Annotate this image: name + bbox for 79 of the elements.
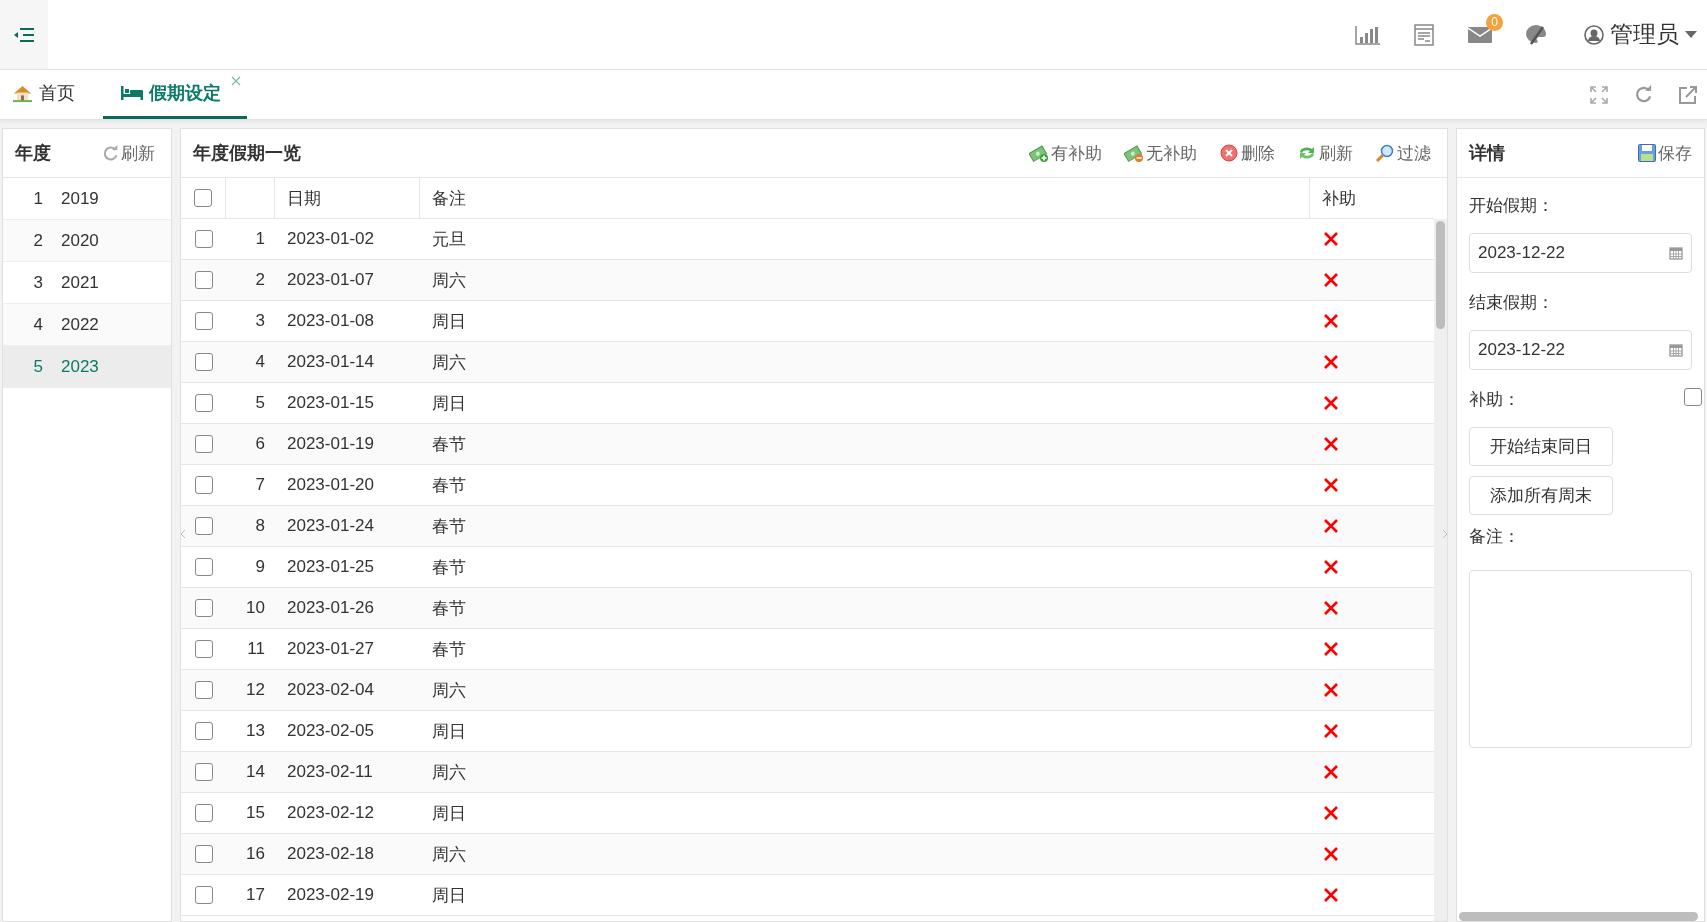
- table-cell: 2023-01-02: [287, 229, 374, 249]
- table-cell-text: 周日: [432, 884, 466, 907]
- row-number: 6: [255, 434, 265, 454]
- column-header: 补助: [1322, 187, 1356, 210]
- notification-badge: 0: [1486, 13, 1503, 31]
- toolbar-button[interactable]: 过滤: [1371, 141, 1435, 165]
- tab[interactable]: 假期设定: [103, 70, 247, 119]
- date-field[interactable]: 2023-12-22: [1469, 330, 1692, 370]
- table-cell: 2023-01-19: [287, 434, 374, 454]
- table-cell: 2023-01-07: [287, 270, 374, 290]
- row-number: 14: [246, 762, 265, 782]
- row-number: 8: [255, 516, 265, 536]
- table-cell-text: 春节: [432, 433, 466, 456]
- field-label: 补助：: [1469, 389, 1520, 411]
- row-number: 7: [255, 475, 265, 495]
- table-cell: 2023-01-14: [287, 352, 374, 372]
- user-name[interactable]: 管理员: [1610, 19, 1679, 50]
- row-number: 3: [255, 311, 265, 331]
- panel-title: 年度: [15, 142, 51, 165]
- row-number: 10: [246, 598, 265, 618]
- toolbar-button[interactable]: 无补助: [1120, 141, 1201, 165]
- year-item[interactable]: 2 2020: [3, 220, 171, 262]
- row-number: 5: [255, 393, 265, 413]
- table-cell: 2023-02-12: [287, 803, 374, 823]
- table-cell-text: 春节: [432, 515, 466, 538]
- row-number: 1: [255, 229, 265, 249]
- toolbar-button[interactable]: 删除: [1215, 141, 1279, 165]
- table-cell: 2023-01-25: [287, 557, 374, 577]
- year-item[interactable]: 4 2022: [3, 304, 171, 346]
- date-field[interactable]: 2023-12-22: [1469, 233, 1692, 273]
- tab[interactable]: 首页: [0, 70, 95, 119]
- table-cell: 2023-02-19: [287, 885, 374, 905]
- table-cell-text: 周六: [432, 351, 466, 374]
- row-number: 4: [255, 352, 265, 372]
- toolbar-button[interactable]: 有补助: [1025, 141, 1106, 165]
- table-cell-text: 周六: [432, 843, 466, 866]
- row-number: 15: [246, 803, 265, 823]
- table-cell-text: 春节: [432, 597, 466, 620]
- refresh-button[interactable]: 刷新: [98, 141, 159, 165]
- row-number: 11: [247, 639, 265, 659]
- year-item[interactable]: 5 2023: [3, 346, 171, 388]
- table-cell: 2023-01-27: [287, 639, 374, 659]
- table-cell-text: 周日: [432, 310, 466, 333]
- row-number: 12: [246, 680, 265, 700]
- row-number: 16: [246, 844, 265, 864]
- toolbar-button[interactable]: 刷新: [1293, 141, 1357, 165]
- table-cell: 2023-02-18: [287, 844, 374, 864]
- table-cell-text: 春节: [432, 474, 466, 497]
- panel-title: 年度假期一览: [193, 142, 301, 165]
- table-cell-text: 周六: [432, 679, 466, 702]
- action-button[interactable]: 开始结束同日: [1469, 427, 1613, 466]
- table-cell-text: 春节: [432, 556, 466, 579]
- table-cell-text: 周六: [432, 269, 466, 292]
- table-cell-text: 周六: [432, 761, 466, 784]
- column-header: 日期: [287, 187, 321, 210]
- field-label: 结束假期：: [1469, 292, 1555, 314]
- action-button[interactable]: 添加所有周末: [1469, 476, 1613, 515]
- table-cell-text: 春节: [432, 638, 466, 661]
- table-cell-text: 周日: [432, 392, 466, 415]
- save-button[interactable]: 保存: [1638, 141, 1692, 165]
- column-header: 备注: [432, 187, 466, 210]
- field-label: 开始假期：: [1469, 195, 1555, 217]
- row-number: 13: [246, 721, 265, 741]
- panel-title: 详情: [1469, 142, 1505, 165]
- table-cell: 2023-02-05: [287, 721, 374, 741]
- table-cell: 2023-01-24: [287, 516, 374, 536]
- table-cell: 2023-01-08: [287, 311, 374, 331]
- row-number: 2: [255, 270, 265, 290]
- table-cell-text: 元旦: [432, 228, 466, 251]
- table-cell: 2023-01-20: [287, 475, 374, 495]
- table-cell: 2023-01-26: [287, 598, 374, 618]
- table-cell-text: 周日: [432, 802, 466, 825]
- row-number: 17: [246, 885, 265, 905]
- table-cell: 2023-02-04: [287, 680, 374, 700]
- table-cell-text: 周日: [432, 720, 466, 743]
- table-cell: 2023-01-15: [287, 393, 374, 413]
- row-number: 9: [255, 557, 265, 577]
- table-cell: 2023-02-11: [287, 762, 373, 782]
- field-label: 备注：: [1469, 526, 1521, 548]
